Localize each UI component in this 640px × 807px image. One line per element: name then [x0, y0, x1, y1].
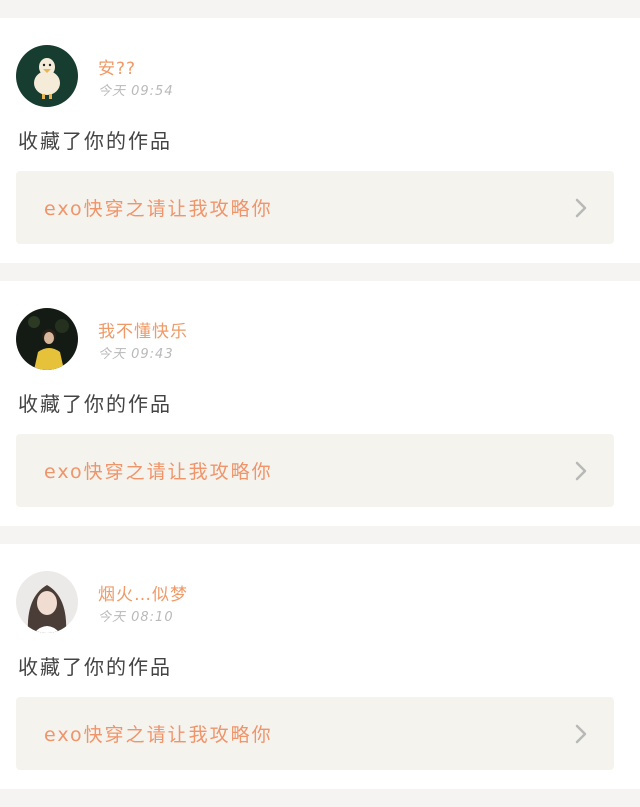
- girl-yellow-avatar-icon[interactable]: [16, 308, 78, 370]
- section-divider: [0, 526, 640, 544]
- timestamp: 今天 09:54: [98, 84, 174, 99]
- timestamp: 今天 09:43: [98, 347, 174, 362]
- work-title: exo快穿之请让我攻略你: [44, 198, 273, 220]
- section-divider: [0, 789, 640, 807]
- notification-card: 我不懂快乐 今天 09:43 收藏了你的作品 exo快穿之请让我攻略你: [0, 281, 640, 526]
- work-link-card[interactable]: exo快穿之请让我攻略你: [16, 697, 614, 770]
- notification-message: 收藏了你的作品: [18, 655, 172, 679]
- chevron-right-icon: [574, 723, 588, 749]
- notification-card: 安?? 今天 09:54 收藏了你的作品 exo快穿之请让我攻略你: [0, 18, 640, 263]
- timestamp: 今天 08:10: [98, 610, 174, 625]
- notification-card: 烟火…似梦 今天 08:10 收藏了你的作品 exo快穿之请让我攻略你: [0, 544, 640, 789]
- username[interactable]: 安??: [98, 54, 136, 79]
- girl-portrait-avatar-icon[interactable]: [16, 571, 78, 633]
- work-title: exo快穿之请让我攻略你: [44, 461, 273, 483]
- notification-message: 收藏了你的作品: [18, 129, 172, 153]
- chevron-right-icon: [574, 460, 588, 486]
- username[interactable]: 我不懂快乐: [98, 317, 188, 342]
- duck-avatar-icon[interactable]: [16, 45, 78, 107]
- username[interactable]: 烟火…似梦: [98, 580, 188, 605]
- work-link-card[interactable]: exo快穿之请让我攻略你: [16, 434, 614, 507]
- work-title: exo快穿之请让我攻略你: [44, 724, 273, 746]
- top-spacer: [0, 0, 640, 18]
- chevron-right-icon: [574, 197, 588, 223]
- section-divider: [0, 263, 640, 281]
- notification-message: 收藏了你的作品: [18, 392, 172, 416]
- work-link-card[interactable]: exo快穿之请让我攻略你: [16, 171, 614, 244]
